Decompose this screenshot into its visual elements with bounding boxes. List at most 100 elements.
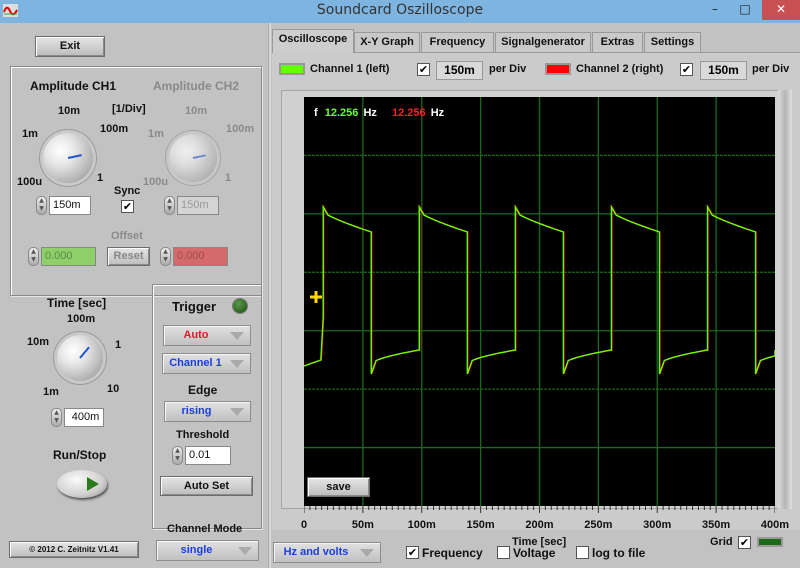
x-tick-label: 400m	[760, 519, 790, 531]
threshold-label: Threshold	[176, 429, 230, 441]
grid-label: Grid	[710, 536, 733, 548]
spinner-icon[interactable]: ▲ ▼	[36, 196, 47, 215]
ch1-knob-needle	[67, 154, 82, 159]
channel-mode-dropdown[interactable]: single	[156, 540, 259, 561]
time-scale-1: 1	[115, 339, 122, 351]
ch2-color-swatch[interactable]	[545, 63, 571, 75]
x-tick-label: 50m	[351, 519, 374, 531]
channel-mode-label: Channel Mode	[167, 523, 243, 535]
trigger-indicator-led	[233, 299, 247, 313]
ch1-amplitude-value[interactable]: 150m	[49, 196, 91, 215]
measure-mode-dropdown[interactable]: Hz and volts	[273, 542, 381, 563]
x-tick-label: 300m	[643, 519, 672, 531]
save-button[interactable]: save	[307, 477, 370, 497]
time-knob[interactable]	[57, 335, 103, 381]
offset-ch2-value: 0.000	[173, 247, 228, 266]
offset-ch1-value: 0.000	[41, 247, 96, 266]
time-knob-needle	[79, 346, 90, 359]
ch1-scale-10m: 10m	[58, 105, 81, 117]
spinner-icon: ▲ ▼	[160, 247, 171, 266]
freq-ch1-value: 12.256	[324, 107, 359, 119]
sync-checkbox[interactable]: ✔	[121, 200, 134, 213]
trigger-title: Trigger	[172, 299, 217, 314]
amplitude-unit-label: [1/Div]	[112, 103, 146, 115]
channel-mode-value: single	[180, 544, 213, 556]
threshold-value[interactable]: 0.01	[185, 446, 231, 465]
tab-signalgenerator[interactable]: Signalgenerator	[495, 32, 591, 52]
time-scale-1m: 1m	[43, 386, 59, 398]
frequency-checkbox[interactable]: ✔	[406, 546, 419, 559]
ch2-amplitude-knob	[169, 134, 217, 182]
ch1-scale-100m: 100m	[100, 123, 129, 135]
trigger-edge-dropdown[interactable]: rising	[164, 401, 251, 422]
tab-xy-graph[interactable]: X-Y Graph	[354, 32, 420, 52]
grid-checkbox[interactable]: ✔	[738, 536, 751, 549]
ch2-scale-1: 1	[225, 172, 232, 184]
ch1-per-div-input[interactable]: 150m	[436, 61, 483, 80]
freq-prefix: f	[314, 107, 318, 119]
ch2-scale-100u: 100u	[143, 176, 169, 188]
plot-side-scrollbar[interactable]	[778, 90, 792, 509]
time-scale-10m: 10m	[27, 336, 50, 348]
spinner-icon[interactable]: ▲ ▼	[51, 408, 62, 427]
trigger-marker-icon	[310, 291, 322, 303]
x-tick-label: 250m	[584, 519, 613, 531]
trigger-source-value: Channel 1	[169, 357, 222, 369]
play-icon	[87, 477, 99, 491]
trigger-mode-dropdown[interactable]: Auto	[163, 325, 251, 346]
x-tick-label: 200m	[525, 519, 554, 531]
window-title: Soundcard Oszilloscope	[316, 2, 484, 18]
ch1-color-swatch[interactable]	[279, 63, 305, 75]
title-bar: Soundcard Oszilloscope – □ ✕	[0, 0, 800, 23]
time-value[interactable]: 400m	[64, 408, 104, 427]
close-button[interactable]: ✕	[762, 0, 800, 20]
x-axis-ticks	[304, 506, 775, 513]
x-tick-label: 0	[300, 519, 308, 531]
ch2-scale-10m: 10m	[185, 105, 208, 117]
ch2-knob-needle	[192, 154, 206, 159]
ch2-enable-checkbox[interactable]: ✔	[680, 63, 693, 76]
minimize-button[interactable]: –	[700, 0, 730, 20]
ch1-scale-1m: 1m	[22, 128, 38, 140]
edge-label: Edge	[188, 383, 218, 397]
ch2-amplitude-value: 150m	[177, 196, 219, 215]
tab-extras[interactable]: Extras	[592, 32, 643, 52]
spinner-icon: ▲ ▼	[28, 247, 39, 266]
ch2-scale-1m: 1m	[148, 128, 164, 140]
trigger-source-dropdown[interactable]: Channel 1	[162, 353, 251, 374]
exit-button[interactable]: Exit	[35, 36, 105, 57]
freq-ch1-unit: Hz	[363, 107, 377, 119]
ch2-scale-100m: 100m	[226, 123, 255, 135]
voltage-checkbox[interactable]	[497, 546, 510, 559]
tab-oscilloscope[interactable]: Oscilloscope	[272, 29, 354, 53]
maximize-button[interactable]: □	[730, 0, 760, 20]
chevron-down-icon	[360, 549, 374, 557]
spinner-icon[interactable]: ▲ ▼	[172, 446, 183, 465]
tab-settings[interactable]: Settings	[644, 32, 701, 52]
ch1-scale-1: 1	[97, 172, 104, 184]
spinner-icon: ▲ ▼	[164, 196, 175, 215]
x-tick-label: 150m	[466, 519, 495, 531]
log-to-file-checkbox[interactable]	[576, 546, 589, 559]
frequency-readout: f 12.256 Hz 12.256 Hz	[314, 107, 444, 119]
chevron-down-icon	[238, 547, 252, 555]
x-tick-label: 350m	[702, 519, 731, 531]
time-scale-100m: 100m	[67, 313, 96, 325]
offset-reset-button: Reset	[107, 247, 150, 266]
freq-ch2-unit: Hz	[430, 107, 445, 119]
ch2-per-div-input[interactable]: 150m	[700, 61, 747, 80]
x-tick-label: 100m	[407, 519, 436, 531]
run-stop-label: Run/Stop	[53, 448, 107, 462]
auto-set-button[interactable]: Auto Set	[160, 476, 253, 496]
run-stop-button[interactable]	[57, 470, 107, 498]
panel-divider	[268, 23, 271, 568]
ch1-amplitude-knob[interactable]	[43, 133, 93, 183]
trigger-edge-value: rising	[181, 405, 212, 417]
ch2-label: Channel 2 (right)	[576, 63, 664, 75]
ch1-enable-checkbox[interactable]: ✔	[417, 63, 430, 76]
tab-frequency[interactable]: Frequency	[421, 32, 494, 52]
log-to-file-label: log to file	[592, 546, 646, 560]
chevron-down-icon	[230, 408, 244, 416]
scope-display[interactable]: f 12.256 Hz 12.256 Hz save	[304, 97, 775, 506]
grid-color-swatch[interactable]	[757, 537, 783, 547]
